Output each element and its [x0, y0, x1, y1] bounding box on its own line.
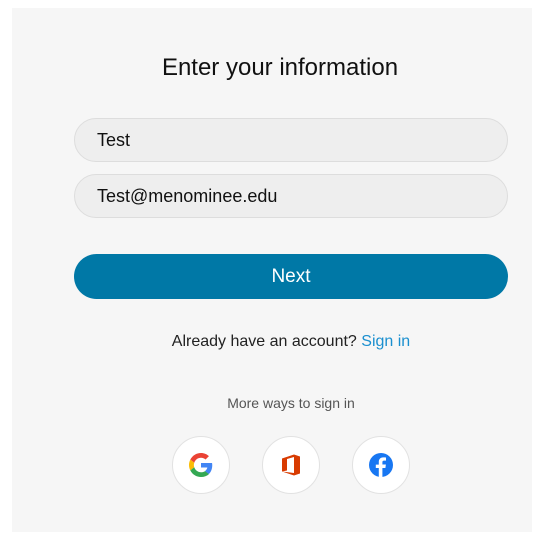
name-input[interactable] — [74, 118, 508, 162]
facebook-icon — [369, 453, 393, 477]
page-title: Enter your information — [161, 54, 399, 81]
more-ways-heading: More ways to sign in — [227, 395, 355, 411]
account-prompt-text: Already have an account? — [171, 333, 357, 350]
office-signin-button[interactable] — [262, 436, 320, 494]
signup-card: Enter your information Next Already have… — [12, 8, 532, 532]
email-input[interactable] — [74, 174, 508, 218]
sign-in-link[interactable]: Sign in — [361, 333, 410, 350]
google-icon — [189, 453, 213, 477]
google-signin-button[interactable] — [172, 436, 230, 494]
office-icon — [282, 454, 300, 476]
next-button[interactable]: Next — [74, 254, 508, 299]
facebook-signin-button[interactable] — [352, 436, 410, 494]
account-prompt: Already have an account? Sign in — [12, 333, 538, 351]
